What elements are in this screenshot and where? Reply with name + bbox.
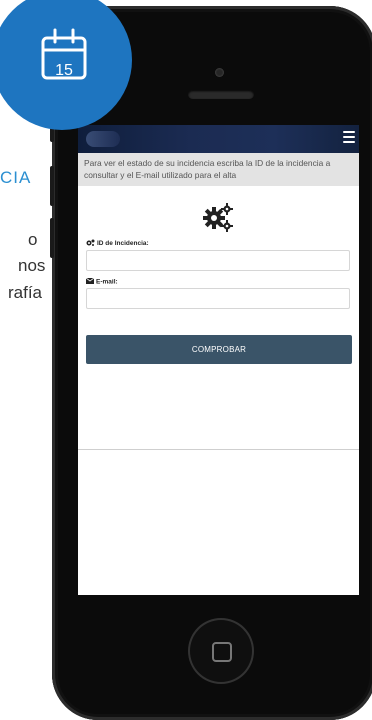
incident-id-label-text: ID de Incidencia: [97,240,149,248]
email-input[interactable] [86,288,350,309]
phone-screen: Para ver el estado de su incidencia escr… [78,125,359,595]
email-label: E-mail: [85,277,118,286]
section-heading-fragment: CIA [0,168,32,187]
phone-volume-down [50,218,54,258]
phone-volume-up [50,166,54,206]
body-text-fragment-2: nos [18,256,46,275]
calendar-day: 15 [55,62,73,79]
check-button[interactable]: COMPROBAR [86,335,352,364]
instruction-text: Para ver el estado de su incidencia escr… [78,153,359,186]
incident-id-label: ID de Incidencia: [86,239,149,248]
hamburger-menu-icon[interactable] [343,131,355,145]
app-logo[interactable] [86,131,120,147]
app-header [78,125,359,153]
phone-speaker [188,90,254,99]
email-label-text: E-mail: [96,278,118,286]
envelope-icon [85,277,95,286]
incident-id-input[interactable] [86,250,350,271]
home-button[interactable] [188,618,254,684]
gears-icon [86,239,95,248]
gears-icon [202,202,234,232]
body-text-fragment-3: rafía [8,283,43,302]
divider [78,449,359,450]
body-text-fragment-1: o [28,230,38,249]
phone-camera [215,68,224,77]
